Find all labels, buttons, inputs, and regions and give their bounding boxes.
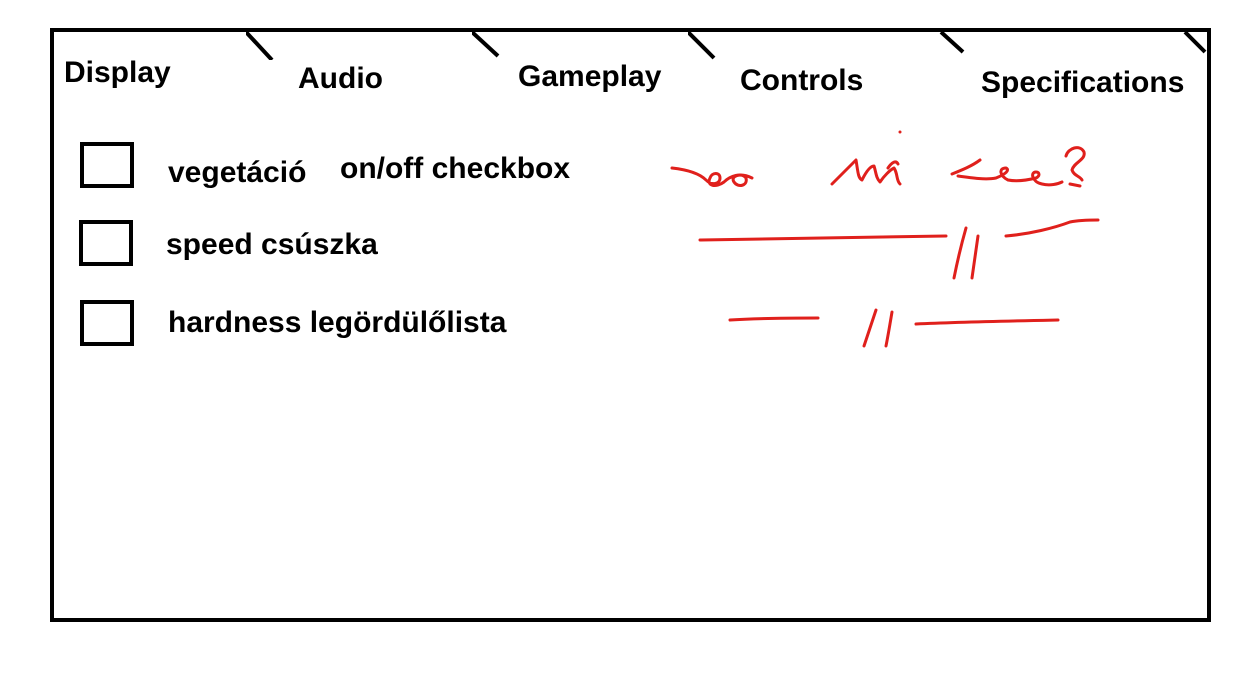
hardness-checkbox[interactable] (80, 300, 134, 346)
tab-corner-icon (472, 32, 500, 58)
vegetation-note: on/off checkbox (340, 152, 571, 185)
tab-specifications-label: Specifications (981, 66, 1185, 99)
tab-display-label: Display (64, 56, 171, 89)
tab-controls-label: Controls (740, 64, 864, 97)
setting-row-vegetation: vegetáció on/off checkbox (54, 138, 1207, 198)
vegetation-label: vegetáció (168, 156, 307, 189)
setting-row-hardness: hardness legördülőlista (54, 296, 1207, 356)
tab-bar: Display Audio Gameplay Controls Specific… (54, 32, 1207, 126)
tab-specifications[interactable]: Specifications (965, 32, 1207, 126)
tab-audio[interactable]: Audio (274, 32, 504, 126)
tab-audio-label: Audio (298, 62, 383, 95)
tab-display[interactable]: Display (54, 32, 278, 126)
tab-controls[interactable]: Controls (716, 32, 969, 126)
setting-row-speed: speed csúszka (54, 218, 1207, 278)
tab-corner-icon (1183, 32, 1207, 54)
tab-corner-icon (688, 32, 716, 60)
tab-gameplay[interactable]: Gameplay (500, 32, 720, 126)
vegetation-checkbox[interactable] (80, 142, 134, 188)
tab-corner-icon (246, 32, 274, 60)
speed-label: speed csúszka (166, 228, 378, 261)
tab-corner-icon (939, 32, 965, 54)
hardness-label: hardness legördülőlista (168, 306, 507, 339)
tab-gameplay-label: Gameplay (518, 60, 662, 93)
settings-window: Display Audio Gameplay Controls Specific… (50, 28, 1211, 622)
speed-checkbox[interactable] (79, 220, 133, 266)
